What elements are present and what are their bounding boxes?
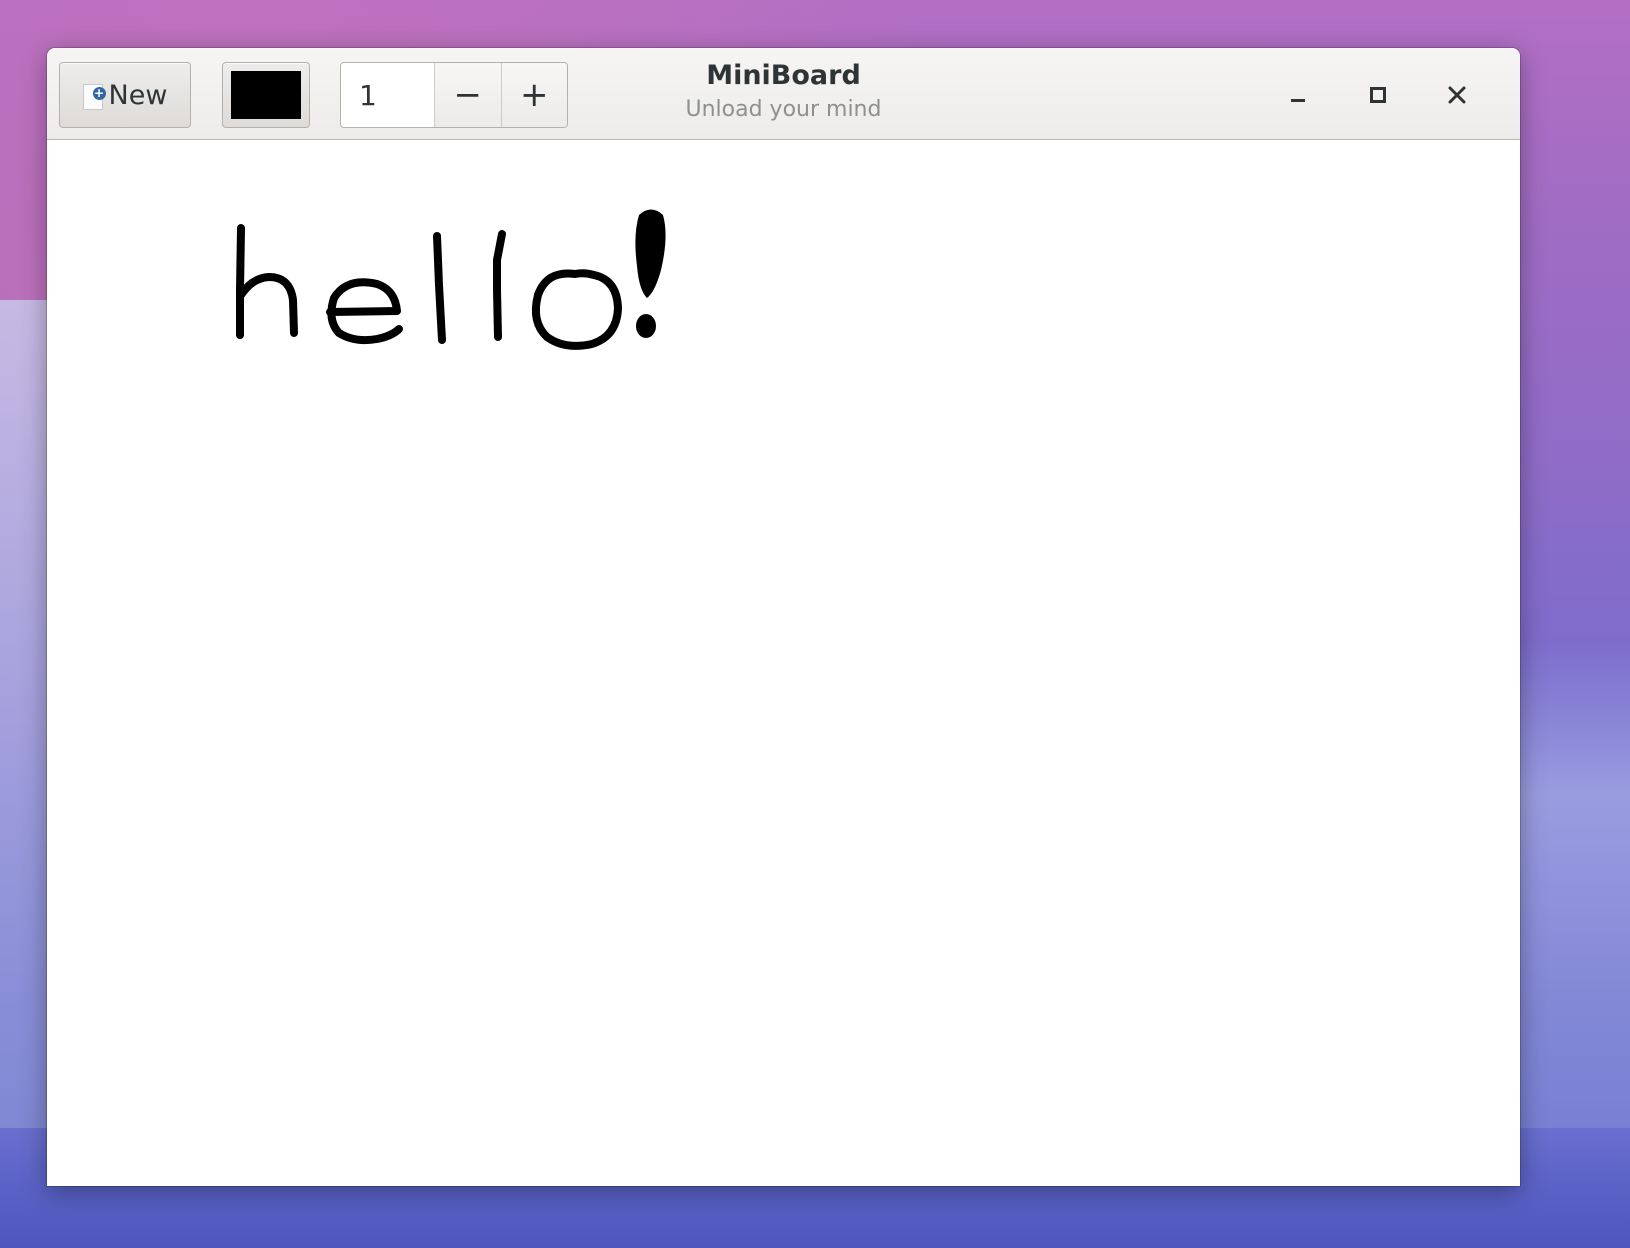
new-button[interactable]: + New — [59, 62, 191, 128]
header-bar: + New − + MiniBoard Unload your mind — [47, 48, 1520, 140]
minus-icon: − — [453, 75, 483, 115]
maximize-icon — [1370, 87, 1386, 103]
miniboard-window: + New − + MiniBoard Unload your mind — [47, 48, 1520, 1186]
document-new-icon: + — [82, 84, 106, 110]
handwriting-strokes — [236, 209, 666, 350]
plus-icon: + — [520, 75, 549, 115]
minimize-button[interactable] — [1275, 72, 1321, 118]
exclamation-dot — [636, 314, 656, 338]
exclamation-stroke — [635, 209, 666, 298]
increase-size-button[interactable]: + — [500, 63, 567, 127]
color-swatch — [231, 71, 301, 119]
minimize-icon — [1291, 99, 1305, 102]
drawing-canvas[interactable] — [47, 140, 1520, 1186]
new-button-label: New — [108, 79, 168, 111]
hello-strokes — [236, 224, 622, 350]
pen-size-spinbutton: − + — [340, 62, 568, 128]
close-button[interactable] — [1434, 72, 1480, 118]
decrease-size-button[interactable]: − — [434, 63, 501, 127]
close-icon — [1448, 86, 1466, 104]
color-picker-button[interactable] — [222, 62, 310, 128]
pen-size-input[interactable] — [341, 63, 434, 127]
maximize-button[interactable] — [1355, 72, 1401, 118]
